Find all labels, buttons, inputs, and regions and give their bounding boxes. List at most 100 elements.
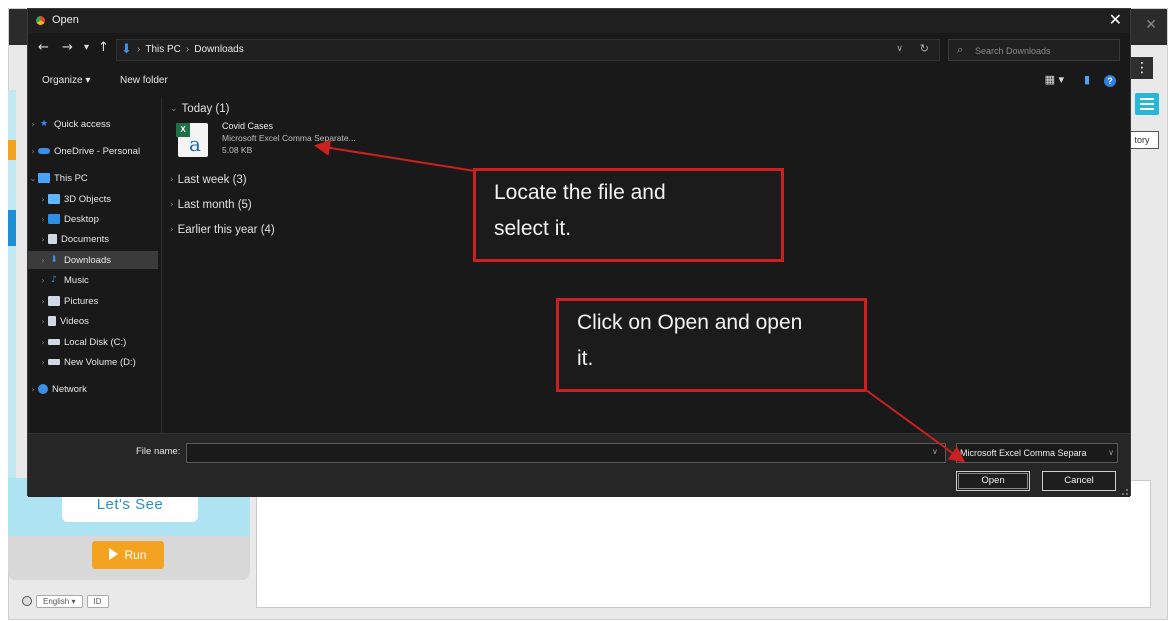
group-earlier-this-year[interactable]: › Earlier this year (4) [170,224,275,236]
chevron-right-icon: › [170,200,174,210]
download-icon: ⬇ [50,255,58,265]
run-button[interactable]: Run [92,541,164,569]
language-selector[interactable]: English ▾ ID [22,592,109,610]
file-type-select[interactable]: Microsoft Excel Comma Separa ∨ [956,443,1118,463]
globe-icon [22,596,32,606]
nav-quick-access[interactable]: › ★ Quick access [28,115,158,133]
background-blue-marker [8,210,16,246]
chevron-right-icon[interactable]: › [38,235,48,244]
address-dropdown-icon[interactable]: ∨ [896,43,903,54]
nav-network[interactable]: › Network [28,380,158,398]
file-type: Microsoft Excel Comma Separate... [222,133,356,143]
file-covid-cases[interactable]: X a Covid Cases Microsoft Excel Comma Se… [176,121,398,163]
document-icon [48,234,57,244]
chevron-down-icon[interactable]: ⌄ [28,174,38,183]
play-icon [109,548,119,560]
preview-pane-icon[interactable]: ▮ [1084,73,1090,86]
nav-new-volume-d[interactable]: › New Volume (D:) [28,353,158,371]
chevron-right-icon: › [170,225,174,235]
star-icon: ★ [39,119,49,129]
background-orange-marker [8,140,16,160]
instruction-callout-open: Click on Open and open it. [556,298,867,392]
background-close-icon[interactable]: ✕ [1145,17,1157,33]
open-button[interactable]: Open [956,471,1030,491]
screenshot-stage: ✕ ⋮ tory Let's See Run English ▾ ID Open… [0,0,1169,621]
close-icon[interactable]: ✕ [1109,10,1122,29]
chevron-right-icon[interactable]: › [38,195,48,204]
breadcrumb: › This PC › Downloads [137,44,244,55]
nav-onedrive[interactable]: › OneDrive - Personal [28,142,158,160]
group-last-month[interactable]: › Last month (5) [170,199,252,211]
chevron-right-icon[interactable]: › [38,276,48,285]
nav-3d-objects[interactable]: › 3D Objects [28,190,158,208]
file-name: Covid Cases [222,121,274,131]
cancel-button[interactable]: Cancel [1042,471,1116,491]
callout-1-line-2: select it. [494,217,572,240]
chrome-app-icon [34,14,47,27]
cloud-icon [38,148,50,154]
new-folder-button[interactable]: New folder [120,75,168,86]
search-input[interactable] [975,43,1115,58]
chevron-right-icon[interactable]: › [38,338,48,347]
hamburger-menu-icon[interactable] [1135,93,1159,115]
file-name-dropdown-icon[interactable]: ∨ [932,447,938,456]
video-icon [48,316,56,326]
network-icon [38,384,48,394]
file-name-input[interactable] [186,443,946,463]
search-box[interactable]: ⌕ [948,39,1120,61]
refresh-icon[interactable]: ↻ [920,42,929,55]
nav-local-disk-c[interactable]: › Local Disk (C:) [28,333,158,351]
forward-arrow-icon[interactable]: → [62,40,73,55]
kebab-menu-icon[interactable]: ⋮ [1131,57,1153,79]
chevron-right-icon[interactable]: › [38,358,48,367]
breadcrumb-this-pc[interactable]: This PC [145,44,181,55]
dialog-title: Open [52,14,79,26]
language-extra[interactable]: ID [86,594,109,608]
chevron-right-icon[interactable]: › [38,215,48,224]
cube-icon [48,194,60,204]
help-icon[interactable]: ? [1104,75,1116,87]
dialog-titlebar: Open ✕ [28,9,1130,33]
address-row: ← → ▾ ↑ ⬇ › This PC › Downloads ∨ ↻ ⌕ [28,37,1130,63]
nav-videos[interactable]: › Videos [28,312,158,330]
nav-documents[interactable]: › Documents [28,230,158,248]
desktop-icon [48,214,60,224]
nav-desktop[interactable]: › Desktop [28,210,158,228]
nav-this-pc[interactable]: ⌄ This PC [28,169,158,187]
nav-music[interactable]: › ♪ Music [28,271,158,289]
chevron-right-icon[interactable]: › [28,385,38,394]
chevron-right-icon[interactable]: › [38,317,48,326]
music-icon: ♪ [51,275,57,285]
callout-2-line-1: Click on Open and open [577,311,803,334]
excel-csv-file-icon: X a [176,123,208,157]
chevron-down-icon: ∨ [1108,448,1114,457]
nav-pictures[interactable]: › Pictures [28,292,158,310]
group-today[interactable]: ⌄ Today (1) [170,103,229,115]
chevron-down-icon: ⌄ [170,104,178,114]
organize-menu[interactable]: Organize ▾ [42,75,90,86]
callout-2-line-2: it. [577,347,594,370]
chevron-right-icon[interactable]: › [38,256,48,265]
language-select[interactable]: English ▾ [36,594,83,608]
computer-icon [38,173,50,183]
recent-locations-icon[interactable]: ▾ [84,42,89,53]
chevron-right-icon[interactable]: › [28,147,38,156]
address-bar[interactable]: ⬇ › This PC › Downloads ∨ ↻ [116,39,940,61]
navigation-pane: › ★ Quick access › OneDrive - Personal ⌄… [28,97,162,433]
up-arrow-icon[interactable]: ↑ [98,40,109,55]
dialog-toolbar: Organize ▾ New folder ▦ ▾ ▮ ? [28,71,1130,93]
resize-grip-icon[interactable] [1122,489,1128,495]
drive-icon [48,339,60,345]
breadcrumb-downloads[interactable]: Downloads [194,44,243,55]
instruction-callout-locate: Locate the file and select it. [473,168,784,262]
download-icon: ⬇ [121,42,132,57]
file-size: 5.08 KB [222,145,253,155]
chevron-right-icon[interactable]: › [38,297,48,306]
background-output-area [256,480,1151,608]
group-last-week[interactable]: › Last week (3) [170,174,247,186]
view-options-icon[interactable]: ▦ ▾ [1045,73,1064,86]
chevron-right-icon[interactable]: › [28,120,38,129]
nav-downloads[interactable]: › ⬇ Downloads [28,251,158,269]
back-arrow-icon[interactable]: ← [38,40,49,55]
file-name-label: File name: [136,446,181,457]
